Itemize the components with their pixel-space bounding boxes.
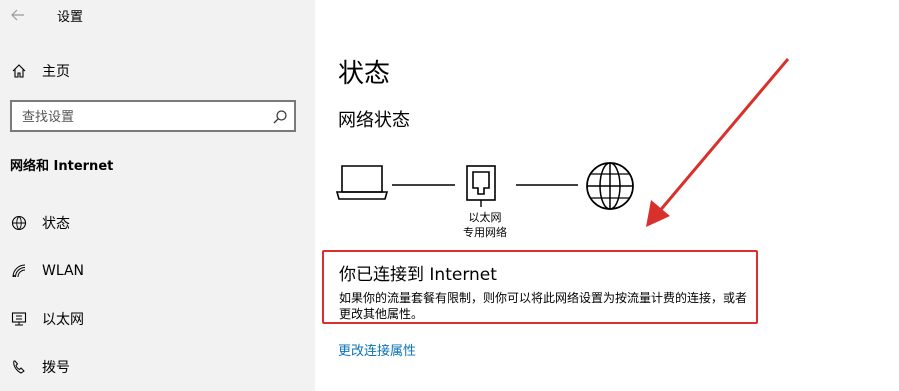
sidebar-item-ethernet[interactable]: 以太网 [0,299,315,339]
search-icon[interactable] [272,109,288,125]
ethernet-label: 以太网 专用网络 [440,210,530,240]
title-bar: 设置 [0,0,315,30]
connection-status-description: 如果你的流量套餐有限制，则你可以将此网络设置为按流量计费的连接，或者更改其他属性… [339,291,748,321]
network-type: 专用网络 [463,226,507,239]
search-input[interactable] [20,106,264,128]
wifi-icon [10,262,28,280]
sidebar-item-label: 以太网 [42,312,84,328]
status-icon [10,214,28,232]
red-arrow-annotation [646,58,790,227]
ethernet-name: 以太网 [468,211,502,224]
connection-status-box: 你已连接到 Internet 如果你的流量套餐有限制，则你可以将此网络设置为按流… [322,250,758,324]
laptop-icon [335,165,389,200]
home-icon [10,62,28,80]
sidebar-item-home[interactable]: 主页 [0,51,315,91]
sidebar: 设置 主页 网络和 Internet 状态 [0,0,315,391]
dialup-icon [10,358,28,376]
back-arrow-icon [11,9,24,21]
sidebar-item-wlan[interactable]: WLAN [0,251,315,291]
sidebar-item-status[interactable]: 状态 [0,203,315,243]
sidebar-item-label: 状态 [42,216,70,232]
page-title: 状态 [338,59,391,89]
window-title: 设置 [57,10,84,25]
sidebar-item-label: 主页 [42,64,70,80]
ethernet-port-icon [466,165,496,207]
sidebar-item-dialup[interactable]: 拨号 [0,347,315,387]
sidebar-item-label: WLAN [42,263,85,279]
sidebar-item-label: 拨号 [42,360,70,376]
globe-icon [586,162,634,210]
connection-status-heading: 你已连接到 Internet [339,265,497,285]
section-title: 网络和 Internet [10,159,114,174]
network-status-heading: 网络状态 [338,110,410,131]
search-box[interactable] [10,100,296,132]
ethernet-icon [10,310,28,328]
back-button[interactable] [8,5,28,25]
change-connection-properties-link[interactable]: 更改连接属性 [338,340,416,359]
